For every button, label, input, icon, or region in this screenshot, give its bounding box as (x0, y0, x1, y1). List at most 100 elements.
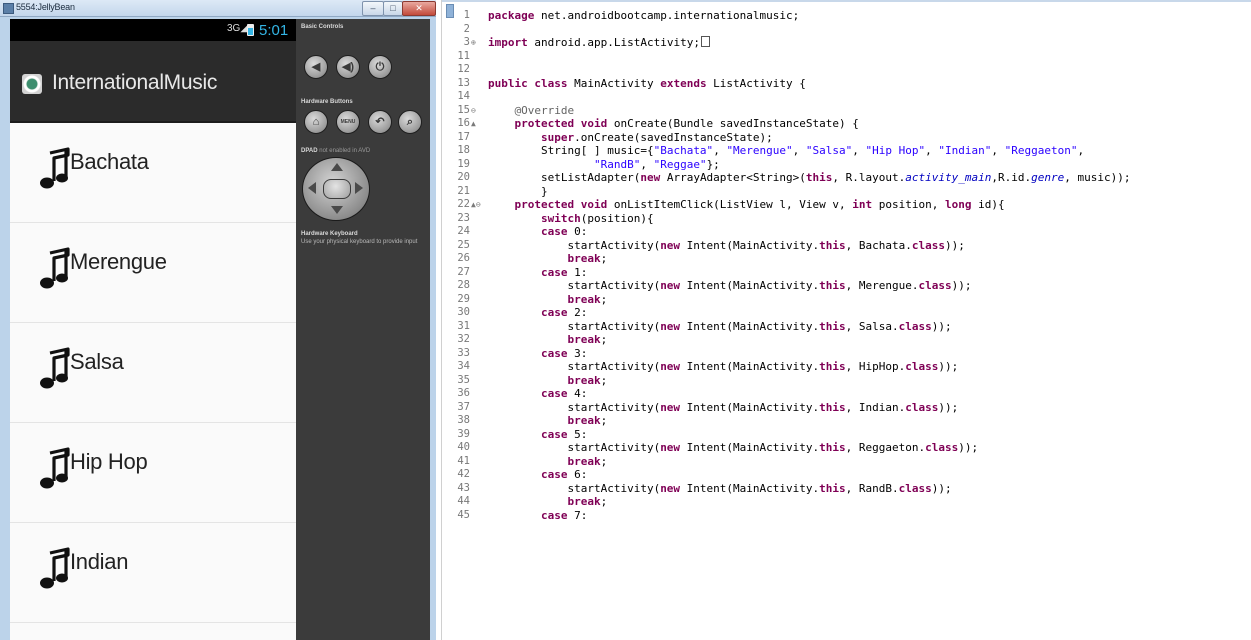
code-token: new (640, 171, 661, 184)
code-token: public class (488, 76, 568, 90)
line-number: 36 (457, 387, 470, 399)
dpad-up-icon[interactable] (331, 163, 343, 171)
list-item[interactable]: Indian (10, 523, 296, 623)
dpad-left-icon[interactable] (308, 182, 316, 194)
code-line: 34 startActivity(new Intent(MainActivity… (442, 360, 1251, 374)
code-text[interactable]: super.onCreate(savedInstanceState); (488, 131, 773, 145)
fold-marker-icon[interactable]: ⊖ (471, 104, 476, 118)
list-item[interactable]: Hip Hop (10, 423, 296, 523)
signal-icon: 3G◢ (227, 23, 249, 34)
code-token: )); (945, 238, 965, 252)
code-text[interactable]: startActivity(new Intent(MainActivity.th… (488, 238, 965, 253)
code-text[interactable]: startActivity(new Intent(MainActivity.th… (488, 360, 958, 374)
app-launcher-icon[interactable] (22, 74, 42, 94)
code-text[interactable]: case 3: (488, 347, 587, 361)
code-text[interactable]: protected void onCreate(Bundle savedInst… (488, 117, 859, 131)
list-item[interactable]: Salsa (10, 323, 296, 423)
battery-icon (247, 24, 254, 36)
code-text[interactable]: case 0: (488, 225, 587, 239)
code-text[interactable]: case 1: (488, 266, 587, 280)
code-token: class (898, 481, 932, 495)
code-text[interactable]: import android.app.ListActivity; (488, 36, 710, 50)
music-note-icon (40, 147, 70, 189)
code-line: 16 ▲ protected void onCreate(Bundle saved… (442, 117, 1251, 131)
code-line: 39 case 5: (442, 428, 1251, 442)
code-text[interactable]: switch(position){ (488, 212, 654, 226)
code-line: 37 startActivity(new Intent(MainActivity… (442, 401, 1251, 415)
code-line: 14 (442, 90, 1251, 104)
code-editor[interactable]: 1 package net.androidbootcamp.internation… (441, 0, 1251, 640)
menu-button[interactable]: MENU (336, 110, 360, 134)
home-button[interactable]: ⌂ (304, 110, 328, 134)
line-number: 24 (457, 225, 470, 237)
volume-up-button[interactable]: ◀) (336, 55, 360, 79)
line-number: 13 (457, 76, 470, 89)
code-token: protected void (514, 117, 608, 130)
code-token: (position){ (580, 211, 654, 225)
volume-down-button[interactable]: ◀ (304, 55, 328, 79)
code-token: import (488, 36, 528, 49)
code-text[interactable]: "RandB", "Reggae"}; (488, 158, 720, 172)
code-text[interactable]: package net.androidbootcamp.internationa… (488, 9, 799, 23)
folded-code-icon[interactable] (700, 36, 710, 47)
line-number: 43 (457, 481, 470, 494)
dpad-right-icon[interactable] (355, 182, 363, 194)
code-token: , RandB. (845, 481, 899, 495)
back-button[interactable]: ↶ (368, 110, 392, 134)
code-text[interactable]: break; (488, 455, 607, 469)
code-text[interactable]: case 6: (488, 468, 587, 482)
dpad-control[interactable] (302, 157, 370, 221)
line-number: 17 (457, 130, 470, 143)
code-text[interactable]: String[ ] music={"Bachata", "Merengue", … (488, 144, 1084, 158)
code-text[interactable]: startActivity(new Intent(MainActivity.th… (488, 481, 951, 496)
code-token: Intent(MainActivity. (680, 441, 820, 454)
search-button[interactable]: ⌕ (398, 110, 422, 134)
keyboard-note: Use your physical keyboard to provide in… (301, 239, 418, 245)
dpad-down-icon[interactable] (331, 206, 343, 214)
code-text[interactable]: setListAdapter(new ArrayAdapter<String>(… (488, 171, 1131, 185)
code-text[interactable]: startActivity(new Intent(MainActivity.th… (488, 279, 971, 293)
code-token: android.app.ListActivity; (527, 36, 700, 49)
code-token: new (660, 481, 681, 495)
code-text[interactable]: break; (488, 414, 607, 428)
fold-marker-icon[interactable]: ⊕ (471, 36, 476, 50)
code-text[interactable]: startActivity(new Intent(MainActivity.th… (488, 401, 958, 415)
code-text[interactable]: break; (488, 333, 607, 347)
code-token: break (567, 495, 601, 508)
code-text[interactable]: break; (488, 495, 607, 509)
code-text[interactable]: @Override (488, 104, 575, 118)
close-button[interactable]: ✕ (402, 1, 436, 16)
code-text[interactable]: protected void onListItemClick(ListView … (488, 198, 1005, 212)
list-item-label: Indian (70, 549, 129, 574)
code-text[interactable]: startActivity(new Intent(MainActivity.th… (488, 441, 978, 455)
code-text[interactable]: break; (488, 252, 607, 266)
code-text[interactable]: public class MainActivity extends ListAc… (488, 77, 806, 91)
dpad-center-button[interactable] (323, 179, 351, 199)
list-item[interactable]: Bachata (10, 123, 296, 223)
music-note-icon (40, 547, 70, 589)
code-token: class (905, 360, 939, 373)
code-line: 22 ▲⊖ protected void onListItemClick(List… (442, 198, 1251, 212)
code-token: , (852, 144, 866, 157)
maximize-button[interactable]: □ (383, 1, 403, 16)
fold-marker-icon[interactable]: ▲⊖ (471, 198, 481, 212)
code-text[interactable]: case 5: (488, 428, 587, 442)
code-text[interactable]: case 7: (488, 509, 587, 523)
code-text[interactable]: break; (488, 293, 607, 307)
code-token: id){ (971, 198, 1005, 211)
list-item[interactable]: Merengue (10, 223, 296, 323)
code-token: startActivity( (488, 481, 661, 495)
line-number: 40 (457, 441, 470, 453)
code-token: , (991, 144, 1005, 157)
code-text[interactable]: case 2: (488, 306, 587, 320)
power-button[interactable]: ⏻ (368, 55, 392, 79)
code-text[interactable]: case 4: (488, 387, 587, 401)
fold-marker-icon[interactable]: ▲ (471, 117, 476, 131)
code-text[interactable]: startActivity(new Intent(MainActivity.th… (488, 320, 951, 334)
code-text[interactable]: break; (488, 374, 607, 388)
code-text[interactable]: } (488, 185, 548, 199)
minimize-button[interactable]: – (362, 1, 384, 16)
